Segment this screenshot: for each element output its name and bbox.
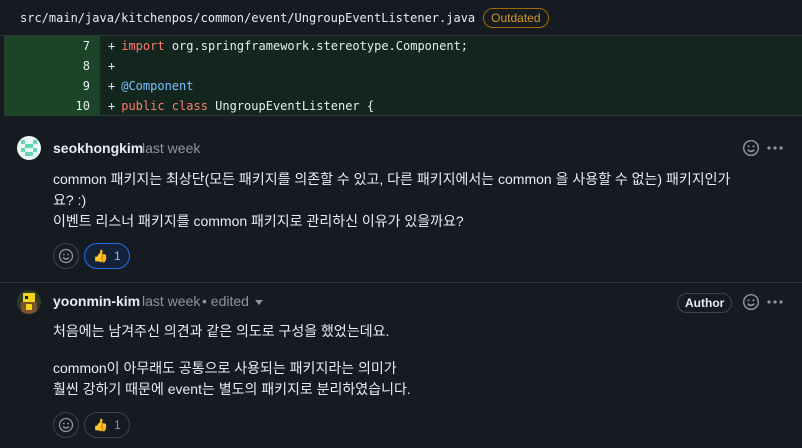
code-line: + @Component bbox=[108, 79, 194, 93]
avatar-image bbox=[17, 290, 41, 314]
comment-line: common 패키지는 최상단(모든 패키지를 의존할 수 있고, 다른 패키지… bbox=[53, 171, 731, 187]
comment-timestamp[interactable]: last week bbox=[142, 293, 200, 309]
comment-body: 처음에는 남겨주신 의견과 같은 의도로 구성을 했었는데요. common이 … bbox=[53, 321, 783, 400]
comment-body: common 패키지는 최상단(모든 패키지를 의존할 수 있고, 다른 패키지… bbox=[53, 169, 783, 232]
kebab-menu-icon bbox=[767, 300, 783, 304]
comment-line: common이 아무래도 공통으로 사용되는 패키지라는 의미가 bbox=[53, 360, 397, 376]
line-number[interactable]: 9 bbox=[4, 76, 100, 96]
smiley-icon bbox=[742, 139, 760, 157]
outdated-badge: Outdated bbox=[483, 7, 549, 28]
comment-author[interactable]: seokhongkim bbox=[53, 140, 143, 156]
edited-label: • edited bbox=[202, 293, 249, 309]
avatar[interactable] bbox=[17, 136, 41, 160]
comment-options-button[interactable] bbox=[765, 138, 785, 158]
code-line: + import org.springframework.stereotype.C… bbox=[108, 39, 469, 53]
thumbs-up-reaction[interactable]: 👍 1 bbox=[84, 243, 130, 269]
reaction-count: 1 bbox=[113, 418, 121, 432]
diff-line: 9 + @Component bbox=[4, 76, 802, 96]
avatar[interactable] bbox=[17, 290, 41, 314]
add-reaction-button[interactable] bbox=[53, 243, 79, 269]
comment-line: 이벤트 리스너 패키지를 common 패키지로 관리하신 이유가 있을까요? bbox=[53, 213, 464, 229]
review-comment: yoonmin-kim last week • edited Author 처음… bbox=[0, 282, 802, 448]
comment-line bbox=[53, 342, 783, 358]
diff-hunk: 7 + import org.springframework.stereotype… bbox=[4, 36, 802, 116]
smiley-icon bbox=[58, 417, 74, 433]
comment-line: 요? :) bbox=[53, 192, 87, 208]
smiley-icon bbox=[58, 248, 74, 264]
thumbs-up-icon: 👍 bbox=[93, 418, 108, 432]
line-number[interactable]: 8 bbox=[4, 56, 100, 76]
reaction-count: 1 bbox=[113, 249, 121, 263]
caret-down-icon bbox=[254, 299, 263, 305]
thumbs-up-icon: 👍 bbox=[93, 249, 108, 263]
comment-author[interactable]: yoonmin-kim bbox=[53, 293, 140, 309]
code-line: + public class UngroupEventListener { bbox=[108, 99, 375, 113]
add-reaction-button[interactable] bbox=[53, 412, 79, 438]
diff-line: 7 + import org.springframework.stereotype… bbox=[4, 36, 802, 56]
review-comment: seokhongkim last week common 패키지는 최상단(모든… bbox=[0, 126, 802, 282]
line-number[interactable]: 7 bbox=[4, 36, 100, 56]
line-number[interactable]: 10 bbox=[4, 96, 100, 116]
code-line: + bbox=[108, 59, 116, 73]
add-reaction-button[interactable] bbox=[741, 138, 761, 158]
comment-timestamp[interactable]: last week bbox=[142, 140, 200, 156]
add-reaction-button[interactable] bbox=[741, 292, 761, 312]
author-badge: Author bbox=[677, 293, 733, 313]
smiley-icon bbox=[742, 293, 760, 311]
file-path[interactable]: src/main/java/kitchenpos/common/event/Un… bbox=[20, 11, 475, 25]
comment-options-button[interactable] bbox=[765, 292, 785, 312]
kebab-menu-icon bbox=[767, 146, 783, 150]
file-header: src/main/java/kitchenpos/common/event/Un… bbox=[0, 0, 802, 36]
comment-line: 처음에는 남겨주신 의견과 같은 의도로 구성을 했었는데요. bbox=[53, 323, 390, 339]
diff-line: 8 + bbox=[4, 56, 802, 76]
edited-menu[interactable]: • edited bbox=[202, 293, 263, 309]
identicon-icon bbox=[17, 136, 41, 160]
diff-line: 10 + public class UngroupEventListener { bbox=[4, 96, 802, 116]
comment-line: 훨씬 강하기 때문에 event는 별도의 패키지로 분리하였습니다. bbox=[53, 381, 411, 397]
thumbs-up-reaction[interactable]: 👍 1 bbox=[84, 412, 130, 438]
